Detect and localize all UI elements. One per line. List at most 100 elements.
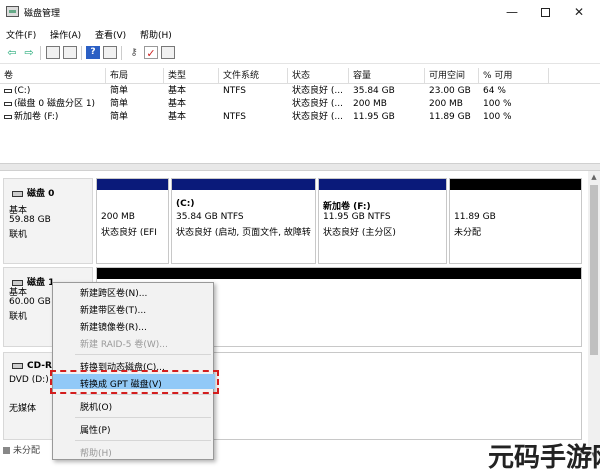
partition-c[interactable]: (C:) 35.84 GB NTFS 状态良好 (启动, 页面文件, 故障转	[171, 178, 316, 264]
partition-bar	[172, 179, 315, 190]
partition-status: 未分配	[454, 228, 482, 238]
watermark-logo: 元码手游网	[488, 443, 600, 473]
menu-file[interactable]: 文件(F)	[6, 28, 36, 41]
partition-title: (C:)	[176, 199, 195, 209]
partition-bar	[450, 179, 581, 190]
menu-item-offline[interactable]: 脱机(O)	[80, 400, 112, 413]
disk-size: 59.88 GB	[9, 215, 51, 225]
maximize-icon	[540, 8, 550, 17]
menu-action[interactable]: 操作(A)	[50, 28, 81, 41]
key-icon[interactable]: ⚷	[127, 46, 141, 59]
drive-icon	[4, 101, 12, 106]
help-icon[interactable]: ?	[86, 46, 100, 59]
disk-name: 磁盘 0	[27, 189, 55, 199]
settings-icon[interactable]	[161, 46, 175, 59]
cell-status: 状态良好 (...	[292, 86, 343, 96]
cell-type: 基本	[168, 86, 187, 96]
view-icon[interactable]	[103, 46, 117, 59]
menu-separator	[75, 394, 211, 395]
cell-filesystem	[219, 98, 288, 111]
properties-icon[interactable]	[46, 46, 60, 59]
col-status[interactable]: 状态	[288, 68, 349, 84]
col-volume[interactable]: 卷	[0, 68, 106, 84]
disk-type: DVD (D:)	[9, 375, 49, 385]
menu-item-help: 帮助(H)	[80, 449, 112, 459]
partition-title: 新加卷 (F:)	[323, 202, 371, 212]
col-free-space[interactable]: 可用空间	[425, 68, 479, 84]
forward-arrow-icon[interactable]: ⇨	[22, 46, 36, 59]
col-type[interactable]: 类型	[164, 68, 219, 84]
table-row[interactable]: (C:) 简单 基本 NTFS 状态良好 (... 35.84 GB 23.00…	[0, 85, 600, 98]
col-capacity[interactable]: 容量	[349, 68, 425, 84]
partition-status: 状态良好 (启动, 页面文件, 故障转	[176, 228, 311, 238]
legend: 未分配	[3, 443, 40, 456]
unallocated-swatch	[3, 447, 10, 454]
cell-type: 基本	[168, 112, 187, 122]
table-row[interactable]: (磁盘 0 磁盘分区 1) 简单 基本 状态良好 (... 200 MB 200…	[0, 98, 600, 111]
back-arrow-icon[interactable]: ⇦	[5, 46, 19, 59]
cell-free-space: 11.89 GB	[429, 112, 471, 122]
disk-management-icon	[6, 6, 19, 17]
cell-layout: 简单	[110, 112, 129, 122]
partition-bar	[97, 268, 581, 279]
disk-status: 无媒体	[9, 404, 37, 414]
col-filesystem[interactable]: 文件系统	[219, 68, 288, 84]
cd-icon	[12, 362, 23, 369]
partition-status: 状态良好 (主分区)	[323, 228, 396, 238]
cell-volume: (C:)	[14, 86, 31, 96]
menu-item-new-striped[interactable]: 新建带区卷(T)...	[80, 303, 146, 316]
menu-separator	[75, 417, 211, 418]
menu-item-new-spanned[interactable]: 新建跨区卷(N)...	[80, 286, 147, 299]
cell-filesystem: NTFS	[223, 112, 246, 122]
cell-volume: 新加卷 (F:)	[14, 112, 59, 122]
partition-bar	[319, 179, 446, 190]
menu-item-properties[interactable]: 属性(P)	[80, 423, 110, 436]
partition-size: 35.84 GB NTFS	[176, 212, 244, 222]
col-layout[interactable]: 布局	[106, 68, 164, 84]
cell-volume: (磁盘 0 磁盘分区 1)	[14, 99, 96, 109]
disk-0-info[interactable]: 磁盘 0 基本 59.88 GB 联机	[3, 178, 93, 264]
partition-efi[interactable]: 200 MB 状态良好 (EFI	[96, 178, 169, 264]
partition-unallocated[interactable]: 11.89 GB 未分配	[449, 178, 582, 264]
volume-table: 卷 布局 类型 文件系统 状态 容量 可用空间 % 可用 (C:) 简单 基本 …	[0, 66, 600, 162]
disk-name: CD-R	[27, 361, 52, 371]
table-row[interactable]: 新加卷 (F:) 简单 基本 NTFS 状态良好 (... 11.95 GB 1…	[0, 111, 600, 124]
menu-separator	[75, 354, 211, 355]
menu-item-new-mirrored[interactable]: 新建镜像卷(R)...	[80, 320, 147, 333]
cell-free-space: 23.00 GB	[429, 86, 471, 96]
partition-f[interactable]: 新加卷 (F:) 11.95 GB NTFS 状态良好 (主分区)	[318, 178, 447, 264]
minimize-button[interactable]: —	[497, 2, 527, 22]
toolbar-separator	[40, 46, 41, 60]
scroll-up-icon[interactable]: ▲	[588, 171, 600, 183]
menu-view[interactable]: 查看(V)	[95, 28, 126, 41]
disk-status: 联机	[9, 312, 28, 322]
cell-layout: 简单	[110, 99, 129, 109]
drive-icon	[4, 88, 12, 93]
menu-item-new-raid5: 新建 RAID-5 卷(W)...	[80, 340, 168, 350]
partition-size: 11.95 GB NTFS	[323, 212, 391, 222]
cell-percent-free: 64 %	[483, 86, 506, 96]
disk-size: 60.00 GB	[9, 297, 51, 307]
legend-unallocated: 未分配	[13, 446, 41, 456]
menu-separator	[75, 440, 211, 441]
pane-splitter[interactable]	[0, 163, 600, 171]
partition-size: 200 MB	[101, 212, 135, 222]
disk-name: 磁盘 1	[27, 278, 55, 288]
partition-status: 状态良好 (EFI	[101, 228, 157, 238]
partition-size: 11.89 GB	[454, 212, 496, 222]
scroll-thumb[interactable]	[590, 185, 598, 355]
window-title: 磁盘管理	[24, 9, 61, 19]
table-header: 卷 布局 类型 文件系统 状态 容量 可用空间 % 可用	[0, 68, 600, 84]
partition-bar	[97, 179, 168, 190]
maximize-button[interactable]	[530, 2, 560, 22]
vertical-scrollbar[interactable]: ▲ ▼	[588, 171, 600, 461]
check-icon[interactable]: ✓	[144, 46, 158, 60]
disk-status: 联机	[9, 230, 28, 240]
col-percent-free[interactable]: % 可用	[479, 68, 549, 84]
cell-free-space: 200 MB	[429, 99, 463, 109]
highlight-annotation-box	[50, 370, 219, 394]
menu-help[interactable]: 帮助(H)	[140, 28, 172, 41]
close-button[interactable]: ✕	[564, 2, 594, 22]
hard-disk-icon	[12, 190, 23, 197]
list-icon[interactable]	[63, 46, 77, 59]
